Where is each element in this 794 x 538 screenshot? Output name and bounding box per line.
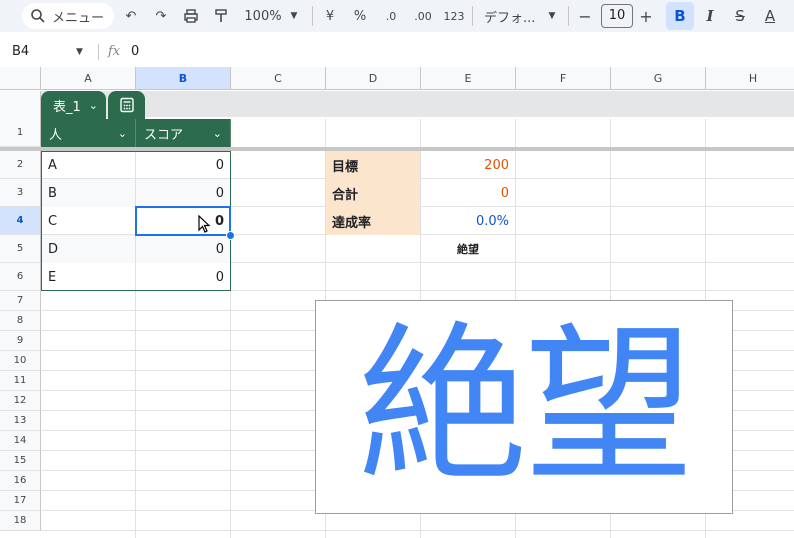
bold-button[interactable]: B xyxy=(666,2,694,30)
text-color-button[interactable]: A xyxy=(760,4,780,28)
col-header-g[interactable]: G xyxy=(611,67,706,90)
number-format-button[interactable]: 123 xyxy=(442,4,466,28)
cell-d3[interactable]: 合計 xyxy=(326,179,420,207)
sheet-grid[interactable]: A B C D E F G H 表_1 ⌄ 1 2 3 4 5 6 7 8 9 … xyxy=(0,67,794,538)
row-header-4[interactable]: 4 xyxy=(0,207,41,235)
row-header-3[interactable]: 3 xyxy=(0,179,41,207)
col-header-d[interactable]: D xyxy=(326,67,421,90)
table-header-person[interactable]: 人 ⌄ xyxy=(41,119,136,147)
fill-handle[interactable] xyxy=(226,231,235,240)
redo-icon[interactable]: ↷ xyxy=(152,4,170,28)
row-header-12[interactable]: 12 xyxy=(0,391,41,411)
font-size-field[interactable]: 10 xyxy=(601,4,633,28)
name-box[interactable]: B4 ▼ xyxy=(0,38,96,66)
formula-bar: B4 ▼ fx 0 xyxy=(0,38,794,66)
row-header-2[interactable]: 2 xyxy=(0,151,41,179)
italic-button[interactable]: I xyxy=(702,4,718,28)
col-header-f[interactable]: F xyxy=(516,67,611,90)
row-header-10[interactable]: 10 xyxy=(0,351,41,371)
font-select[interactable]: デフォ... xyxy=(484,4,542,28)
calculator-icon[interactable] xyxy=(108,91,145,119)
table-name: 表_1 xyxy=(53,99,81,115)
header-label: スコア xyxy=(144,127,184,143)
strikethrough-button[interactable]: S xyxy=(731,4,749,28)
cell-e5-status[interactable]: 絶望 xyxy=(421,239,515,259)
header-label: 人 xyxy=(49,127,63,143)
chevron-down-icon: ⌄ xyxy=(88,98,98,112)
row-header-14[interactable]: 14 xyxy=(0,431,41,451)
menu-label: メニュー xyxy=(52,10,105,26)
table-tab-band xyxy=(41,91,794,117)
cell-e2[interactable]: 200 xyxy=(421,151,515,179)
chevron-down-icon: ▼ xyxy=(290,11,298,21)
row-header-13[interactable]: 13 xyxy=(0,411,41,431)
zoom-select[interactable]: 100% xyxy=(243,4,283,28)
percent-button[interactable]: % xyxy=(352,4,368,28)
cell-d2[interactable]: 目標 xyxy=(326,151,420,179)
chevron-down-icon: ▼ xyxy=(548,11,556,21)
paint-format-icon[interactable] xyxy=(210,4,232,28)
font-size-decrease-button[interactable]: − xyxy=(578,4,592,28)
decimal-decrease-button[interactable]: .0 xyxy=(380,4,402,28)
row-header-18[interactable]: 18 xyxy=(0,511,41,531)
search-icon xyxy=(31,9,45,23)
chevron-down-icon: ▼ xyxy=(76,47,83,57)
toolbar: メニュー ↶ ↷ 100% ▼ ¥ % .0 .00 123 デフォ... ▼ … xyxy=(0,0,794,32)
cell-e4[interactable]: 0.0% xyxy=(421,207,515,235)
chevron-down-icon[interactable]: ⌄ xyxy=(213,127,222,140)
row-header-9[interactable]: 9 xyxy=(0,331,41,351)
row-header-8[interactable]: 8 xyxy=(0,311,41,331)
row-header-15[interactable]: 15 xyxy=(0,451,41,471)
print-icon[interactable] xyxy=(180,4,202,28)
undo-icon[interactable]: ↶ xyxy=(122,4,140,28)
decimal-increase-button[interactable]: .00 xyxy=(410,4,436,28)
big-status-display[interactable]: 絶望 xyxy=(315,300,733,514)
chevron-down-icon[interactable]: ⌄ xyxy=(118,127,127,140)
font-size-increase-button[interactable]: + xyxy=(638,4,654,28)
col-header-e[interactable]: E xyxy=(421,67,516,90)
table-name-tab[interactable]: 表_1 ⌄ xyxy=(41,91,106,119)
fx-icon: fx xyxy=(108,44,121,59)
select-all-corner[interactable] xyxy=(0,67,41,90)
cell-ref: B4 xyxy=(12,44,30,59)
col-header-b[interactable]: B xyxy=(136,67,231,90)
row-header-1[interactable]: 1 xyxy=(0,119,41,147)
col-header-c[interactable]: C xyxy=(231,67,326,90)
col-header-a[interactable]: A xyxy=(41,67,136,90)
cell-d4[interactable]: 達成率 xyxy=(326,207,420,235)
row-header-11[interactable]: 11 xyxy=(0,371,41,391)
row-header-16[interactable]: 16 xyxy=(0,471,41,491)
row-header-6[interactable]: 6 xyxy=(0,263,41,291)
selected-cell-outline xyxy=(135,206,231,236)
cell-e3[interactable]: 0 xyxy=(421,179,515,207)
currency-button[interactable]: ¥ xyxy=(323,4,337,28)
row-header-7[interactable]: 7 xyxy=(0,291,41,311)
big-status-text: 絶望 xyxy=(357,308,694,506)
row-header-5[interactable]: 5 xyxy=(0,235,41,263)
menu-search[interactable]: メニュー xyxy=(22,3,114,29)
formula-input[interactable]: 0 xyxy=(131,38,139,66)
row-header-17[interactable]: 17 xyxy=(0,491,41,511)
col-header-h[interactable]: H xyxy=(706,67,794,90)
mouse-cursor-icon xyxy=(198,215,211,233)
table-header-score[interactable]: スコア ⌄ xyxy=(136,119,231,147)
